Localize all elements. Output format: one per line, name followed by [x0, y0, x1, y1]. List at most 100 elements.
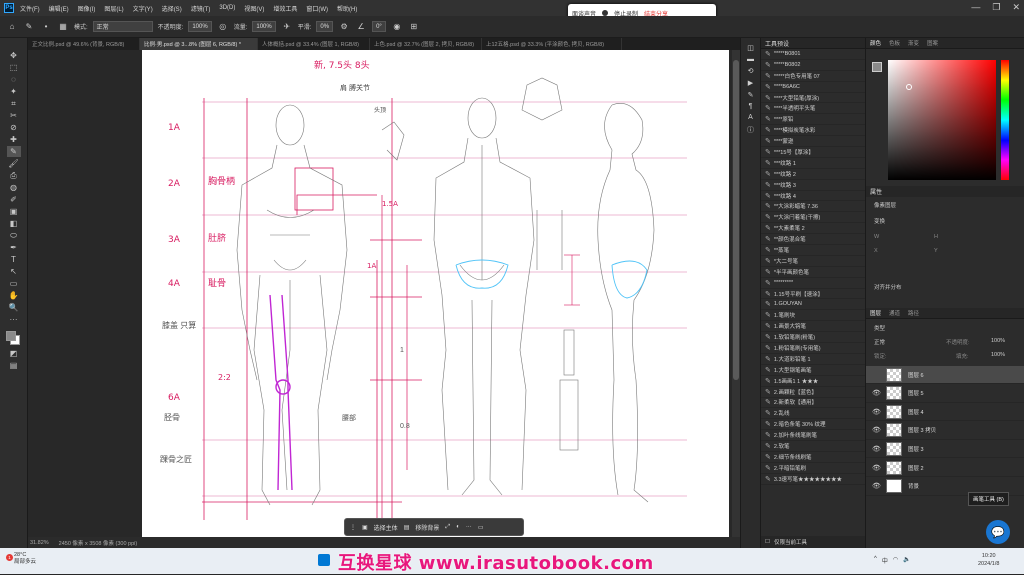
drag-handle-icon[interactable]: ⋮ — [350, 524, 356, 531]
menu-edit[interactable]: 编辑(E) — [49, 4, 69, 13]
visibility-eye-icon[interactable]: 👁 — [872, 464, 881, 472]
zoom-tool-icon[interactable]: 🔍 — [7, 302, 21, 313]
brush-preset-icon[interactable]: ✎ — [23, 21, 35, 33]
tab-gradients[interactable]: 渐变 — [908, 39, 919, 47]
more-tools-icon[interactable]: ··· — [7, 314, 21, 325]
smooth-field[interactable]: 0% — [316, 21, 334, 32]
tab-channels[interactable]: 通道 — [889, 309, 900, 317]
hue-slider[interactable] — [1001, 60, 1009, 180]
menu-select[interactable]: 选择(S) — [162, 4, 182, 13]
pressure-opacity-icon[interactable]: ◎ — [217, 21, 229, 33]
preset-item[interactable]: ✎ ***15号【厚涂】 — [761, 147, 865, 158]
preset-item[interactable]: ✎ ****模拟炭笔水彩 — [761, 125, 865, 137]
hand-tool-icon[interactable]: ✋ — [7, 290, 21, 301]
lasso-tool-icon[interactable]: ◌ — [7, 74, 21, 85]
preset-item[interactable]: ✎ 1.粉铅笔刷(专用笔) — [761, 343, 865, 354]
tab-color[interactable]: 颜色 — [870, 39, 881, 47]
actions-icon[interactable]: ▶ — [748, 79, 753, 87]
preset-item[interactable]: ✎ ****蒙逊 — [761, 136, 865, 148]
marquee-tool-icon[interactable]: ⬚ — [7, 62, 21, 73]
preset-item[interactable]: ✎ ***纹路 3 — [761, 180, 865, 191]
menu-type[interactable]: 文字(Y) — [133, 4, 153, 13]
tab-doc-1[interactable]: 正文比例.psd @ 49.6% (背景, RGB/8) — [28, 38, 140, 50]
preset-item[interactable]: ✎ ***纹路 2 — [761, 169, 865, 180]
brush-size-icon[interactable]: • — [40, 21, 52, 33]
presets-icon[interactable]: ◫ — [747, 44, 754, 52]
home-icon[interactable]: ⌂ — [6, 21, 18, 33]
preset-item[interactable]: ✎ 1.15号平刷【速涂】 — [761, 289, 865, 300]
character-icon[interactable]: A — [748, 114, 753, 121]
smudge-tool-icon[interactable]: ⬭ — [7, 230, 21, 241]
flow-field[interactable]: 100% — [252, 21, 276, 32]
gradient-tool-icon[interactable]: ✐ — [7, 194, 21, 205]
brush-panel-icon[interactable]: ✎ — [748, 91, 754, 99]
preset-item[interactable]: ✎ 1.GOUYAN — [761, 299, 865, 311]
layer-row[interactable]: 图层 6 — [866, 366, 1024, 384]
preset-item[interactable]: ✎ ****B6A6C — [761, 82, 865, 93]
mode-select[interactable]: 正常 — [92, 21, 153, 32]
zoom-level[interactable]: 31.82% — [30, 540, 49, 546]
blur-tool-icon[interactable]: ▣ — [7, 206, 21, 217]
close-bar-icon[interactable]: ▭ — [478, 524, 484, 531]
adjust-icon[interactable]: ◐ — [456, 524, 460, 530]
preset-item[interactable]: ✎ 2.软笔 — [761, 441, 865, 452]
preset-item[interactable]: ✎ 3.3速写笔★★★★★★★★ — [761, 474, 865, 485]
preset-item[interactable]: ✎ 2.新柔软【通用】 — [761, 398, 865, 409]
menu-plugins[interactable]: 增效工具 — [273, 4, 297, 13]
history-icon[interactable]: ⟲ — [748, 67, 754, 75]
layer-filter[interactable]: 类型 — [874, 324, 885, 332]
menu-file[interactable]: 文件(F) — [20, 4, 40, 13]
color-swatches[interactable] — [4, 329, 24, 347]
preset-item[interactable]: ✎ ***纹路 4 — [761, 191, 865, 202]
symmetry-icon[interactable]: ⊞ — [408, 21, 420, 33]
ime-indicator[interactable]: 中 — [882, 556, 888, 565]
fg-color-chip[interactable] — [872, 62, 882, 72]
type-tool-icon[interactable]: T — [7, 254, 21, 265]
select-subject-button[interactable]: 选择主体 — [374, 523, 398, 532]
quick-mask-icon[interactable]: ◩ — [7, 348, 21, 359]
crop-tool-icon[interactable]: ⌗ — [7, 98, 21, 109]
preset-item[interactable]: ✎ 2.细节条线刷笔 — [761, 452, 865, 463]
info-icon[interactable]: ⓘ — [747, 125, 754, 135]
weather-widget[interactable]: 1 28°C 局部多云 — [6, 552, 36, 566]
layer-row[interactable]: 👁 图层 5 — [866, 385, 1024, 403]
stamp-tool-icon[interactable]: 🖌 — [7, 158, 21, 169]
tray-up-icon[interactable]: ^ — [874, 556, 877, 565]
current-tool-checkbox[interactable]: ☐ — [765, 539, 770, 545]
preset-item[interactable]: ✎ 1.笔刷块 — [761, 310, 865, 322]
menu-3d[interactable]: 3D(D) — [219, 5, 235, 11]
tab-doc-3[interactable]: 人体概括.psd @ 33.4% (图层 1, RGB/8) — [258, 38, 370, 50]
visibility-eye-icon[interactable]: 👁 — [872, 389, 881, 397]
preset-item[interactable]: ✎ **大素柔笔 2 — [761, 223, 865, 235]
vertical-scrollbar[interactable] — [732, 50, 740, 537]
preset-item[interactable]: ✎ 1.画景大钩笔 — [761, 321, 865, 333]
screen-mode-icon[interactable]: ▤ — [7, 360, 21, 371]
history-brush-tool-icon[interactable]: ⎙ — [7, 170, 21, 181]
visibility-eye-icon[interactable]: 👁 — [872, 482, 881, 490]
close-icon[interactable]: ✕ — [1012, 2, 1020, 13]
blend-mode-select[interactable]: 正常 — [874, 338, 885, 346]
foreground-color-swatch[interactable] — [5, 331, 16, 341]
tab-swatches[interactable]: 色板 — [889, 39, 900, 47]
preset-item[interactable]: ✎ **蒸笔 — [761, 245, 865, 256]
layer-row[interactable]: 👁 图层 3 — [866, 440, 1024, 459]
dodge-tool-icon[interactable]: ◧ — [7, 218, 21, 229]
preset-item[interactable]: ✎ ***纹路 1 — [761, 158, 865, 169]
preset-item[interactable]: ✎ ****大型铅笔(厚涂) — [761, 93, 865, 104]
magic-wand-tool-icon[interactable]: ✦ — [7, 86, 21, 97]
fill-value[interactable]: 100% — [991, 352, 1005, 358]
color-picker-field[interactable] — [888, 60, 996, 180]
layer-row[interactable]: 👁 图层 2 — [866, 459, 1024, 477]
visibility-eye-icon[interactable]: 👁 — [872, 426, 881, 434]
menu-help[interactable]: 帮助(H) — [337, 4, 357, 13]
preset-item[interactable]: ✎ 1.5画画1 1 ★★★ — [761, 376, 865, 387]
tab-doc-5[interactable]: 上12五格.psd @ 33.3% (平涂颜色, 拷贝, RGB/8) — [482, 38, 622, 50]
remove-background-button[interactable]: 移除背景 — [415, 523, 439, 532]
layer-row[interactable]: 👁 图层 3 拷贝 — [866, 422, 1024, 440]
preset-item[interactable]: ✎ *半平画颜色笔 — [761, 267, 865, 278]
pressure-size-icon[interactable]: ◉ — [391, 21, 403, 33]
color-picker-cursor[interactable] — [906, 84, 912, 90]
preset-item[interactable]: ✎ 2.暗色条笔 30% 纹理 — [761, 419, 865, 431]
angle-field[interactable]: 0° — [372, 21, 386, 32]
eraser-tool-icon[interactable]: ◍ — [7, 182, 21, 193]
